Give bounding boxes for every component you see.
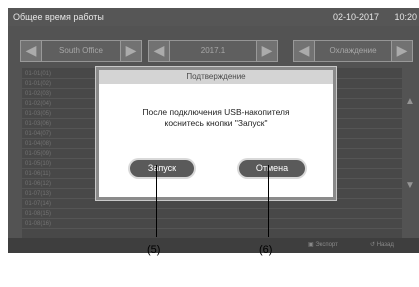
dialog-message-line-2: коснитесь кнопки "Запуск"	[164, 118, 268, 128]
dialog-title: Подтверждение	[99, 70, 333, 84]
callout-line-cancel	[268, 165, 269, 237]
dialog-message-line-1: После подключения USB-накопителя	[142, 107, 290, 117]
time-display: 10:20	[394, 12, 417, 22]
start-button[interactable]: Запуск	[130, 160, 194, 177]
callout-label-cancel: (6)	[259, 244, 273, 256]
dialog-message: После подключения USB-накопителя косните…	[99, 107, 333, 129]
callout-label-start: (5)	[147, 244, 161, 256]
device-screen: Общее время работы 02-10-2017 10:20 ◀ So…	[8, 8, 419, 253]
date-display: 02-10-2017	[332, 12, 379, 22]
callout-line-start	[156, 165, 157, 237]
confirmation-dialog: Подтверждение После подключения USB-нако…	[96, 67, 336, 200]
title-bar: Общее время работы 02-10-2017 10:20	[8, 8, 419, 26]
screen-title: Общее время работы	[13, 12, 104, 22]
cancel-button[interactable]: Отмена	[239, 160, 305, 177]
